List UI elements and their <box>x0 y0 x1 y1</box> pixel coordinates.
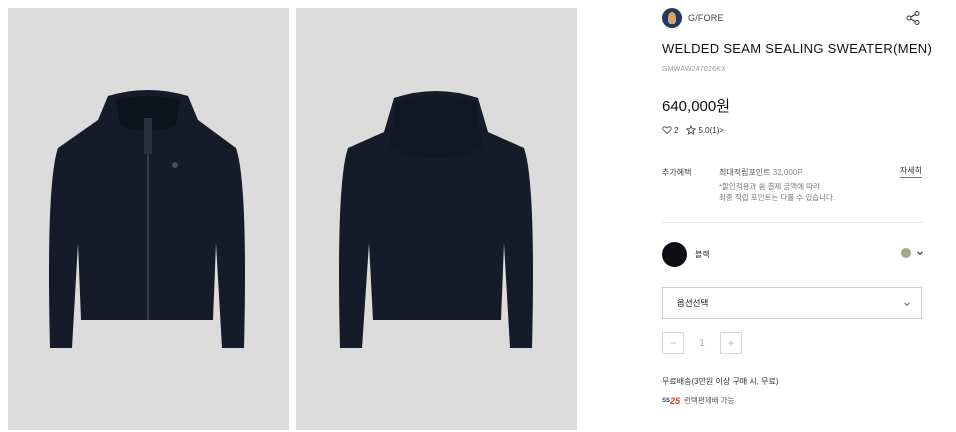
brand-logo[interactable] <box>662 8 682 28</box>
like-count: 2 <box>674 125 679 135</box>
jacket-back-illustration <box>339 91 533 348</box>
quantity-value[interactable]: 1 <box>684 338 720 349</box>
shipping-info: 무료배송(3만원 이상 구매 시, 무료) <box>662 377 779 386</box>
product-image-front[interactable] <box>8 8 289 430</box>
heart-icon[interactable] <box>662 125 672 135</box>
color-dot <box>901 248 911 258</box>
delivery-badge-number: 25 <box>670 395 681 406</box>
stats-row: 2 5.0(1)> <box>662 124 724 136</box>
brand-name[interactable]: G/FORE <box>688 13 724 23</box>
quantity-minus-button[interactable]: − <box>662 332 684 354</box>
product-info-panel: G/FORE WELDED SEAM SEALING SWEATER(MEN) … <box>662 0 932 432</box>
benefit-label: 추가혜택 <box>662 168 692 177</box>
option-select[interactable]: 옵션선택 <box>662 287 922 319</box>
detail-link[interactable]: 자세히 <box>899 165 922 178</box>
share-icon[interactable] <box>906 11 920 25</box>
color-dropdown-toggle[interactable] <box>901 248 924 258</box>
star-icon <box>686 125 697 135</box>
quantity-plus-button[interactable]: + <box>720 332 742 354</box>
product-title: WELDED SEAM SEALING SWEATER(MEN) <box>662 41 933 56</box>
brand-row: G/FORE <box>662 8 924 28</box>
product-code: GMWAW247026KX <box>662 66 726 73</box>
color-swatch[interactable] <box>662 242 687 267</box>
color-row: 블랙 <box>662 242 924 267</box>
delivery-row: SS 25 런택편제배 가능 <box>662 395 734 406</box>
delivery-badge-prefix: SS <box>662 397 671 404</box>
delivery-text: 런택편제배 가능 <box>684 396 735 405</box>
chevron-down-icon <box>917 251 923 256</box>
color-name: 블랙 <box>695 250 710 259</box>
benefit-note: *할인적용과 쉼 결제 금액에 따라 최종 적립 포인트는 다를 수 있습니다. <box>719 182 836 202</box>
rating-link[interactable]: 5.0(1)> <box>698 126 724 135</box>
divider <box>662 222 924 223</box>
chevron-down-icon <box>904 302 910 307</box>
option-placeholder: 옵션선택 <box>677 298 709 308</box>
quantity-stepper: − 1 + <box>662 332 742 354</box>
benefit-points: 최대적립포인트 32,000P <box>719 168 803 177</box>
product-price: 640,000원 <box>662 98 731 115</box>
product-image-back[interactable] <box>296 8 577 430</box>
jacket-front-illustration <box>49 90 245 348</box>
